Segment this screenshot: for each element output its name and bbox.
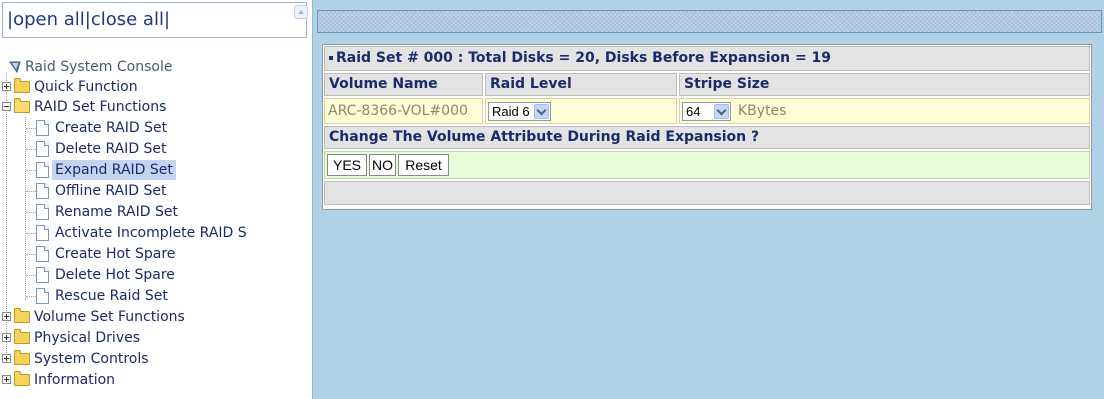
tree-item-label-selected: Expand RAID Set xyxy=(52,160,176,180)
tree-connector xyxy=(26,296,36,297)
folder-icon xyxy=(14,350,30,365)
stripe-size-unit: KBytes xyxy=(738,103,787,119)
tree-item-label: Rescue Raid Set xyxy=(55,288,168,304)
tree-item-label: Create Hot Spare xyxy=(55,246,176,262)
tree-item-label: Physical Drives xyxy=(34,330,141,346)
reset-button[interactable]: Reset xyxy=(398,154,449,176)
action-buttons-row: YES NO Reset xyxy=(324,151,1090,179)
raid-level-cell: Raid 6 xyxy=(485,98,677,124)
tree-item-label: Offline RAID Set xyxy=(55,183,167,199)
tree-item-label: Delete RAID Set xyxy=(55,141,167,157)
expand-plus-icon[interactable] xyxy=(2,312,11,321)
expand-plus-icon[interactable] xyxy=(2,375,11,384)
panel-title: Raid Set # 000 : Total Disks = 20, Disks… xyxy=(336,50,832,66)
tree-connector xyxy=(26,128,36,129)
bullet-icon xyxy=(329,56,333,60)
header-strip xyxy=(317,10,1102,33)
document-icon xyxy=(36,246,49,262)
tree-item-label: Create RAID Set xyxy=(55,120,168,136)
tree-connector xyxy=(25,117,26,300)
open-close-bar: |open all|close all| xyxy=(2,2,307,38)
document-icon xyxy=(36,162,49,178)
document-icon xyxy=(36,267,49,283)
stripe-size-selected: 64 xyxy=(686,104,701,119)
folder-icon xyxy=(14,78,30,93)
bar-separator: | xyxy=(163,9,171,30)
document-icon xyxy=(36,204,49,220)
tree-item-label: Delete Hot Spare xyxy=(55,267,175,283)
tree-item-label: Information xyxy=(34,372,116,388)
no-button[interactable]: NO xyxy=(369,154,396,176)
expand-plus-icon[interactable] xyxy=(2,354,11,363)
scroll-up-icon[interactable] xyxy=(294,5,308,19)
stripe-size-cell: 64 KBytes xyxy=(679,98,1090,124)
folder-icon xyxy=(14,371,30,386)
navigation-frame: |open all|close all| Raid System Console… xyxy=(0,0,313,399)
column-header-volume-name: Volume Name xyxy=(324,73,483,96)
volume-name-value: ARC-8366-VOL#000 xyxy=(324,98,483,124)
tree-connector xyxy=(26,275,36,276)
yes-button[interactable]: YES xyxy=(327,154,367,176)
stripe-size-select[interactable]: 64 xyxy=(682,102,731,121)
document-icon xyxy=(36,120,49,136)
document-icon xyxy=(36,225,49,241)
column-header-raid-level: Raid Level xyxy=(485,73,677,96)
tree-connector xyxy=(26,254,36,255)
tree-connector xyxy=(26,170,36,171)
tree-item-label: RAID Set Functions xyxy=(34,99,167,115)
expand-plus-icon[interactable] xyxy=(2,333,11,342)
panel-footer xyxy=(324,181,1090,205)
chevron-down-icon xyxy=(534,104,549,119)
tree-item-label: Volume Set Functions xyxy=(34,309,185,325)
expand-raid-panel: Raid Set # 000 : Total Disks = 20, Disks… xyxy=(322,44,1092,210)
collapse-minus-icon[interactable] xyxy=(2,102,11,111)
open-all-link[interactable]: open all xyxy=(13,9,85,30)
chevron-down-icon xyxy=(714,104,729,119)
tree-item-label: Activate Incomplete RAID S xyxy=(55,225,247,241)
content-frame: Raid Set # 000 : Total Disks = 20, Disks… xyxy=(313,0,1104,399)
raid-level-selected: Raid 6 xyxy=(492,104,530,119)
open-folder-icon xyxy=(14,98,30,113)
tree-connector xyxy=(26,149,36,150)
tree-connector xyxy=(26,212,36,213)
tree-item-label: Rename RAID Set xyxy=(55,204,178,220)
close-all-link[interactable]: close all xyxy=(91,9,164,30)
raid-level-select[interactable]: Raid 6 xyxy=(488,102,551,121)
tree-connector xyxy=(26,233,36,234)
raid-console-icon xyxy=(9,61,21,74)
tree-item-label: System Controls xyxy=(34,351,149,367)
expand-plus-icon[interactable] xyxy=(2,82,11,91)
document-icon xyxy=(36,141,49,157)
panel-title-row: Raid Set # 000 : Total Disks = 20, Disks… xyxy=(324,46,1090,71)
folder-icon xyxy=(14,308,30,323)
change-attribute-prompt: Change The Volume Attribute During Raid … xyxy=(324,126,1090,149)
tree-item-label: Quick Function xyxy=(34,79,138,95)
folder-icon xyxy=(14,329,30,344)
tree-root-label: Raid System Console xyxy=(25,59,173,75)
document-icon xyxy=(36,183,49,199)
document-icon xyxy=(36,288,49,304)
tree-connector xyxy=(26,191,36,192)
column-header-stripe-size: Stripe Size xyxy=(679,73,1090,96)
